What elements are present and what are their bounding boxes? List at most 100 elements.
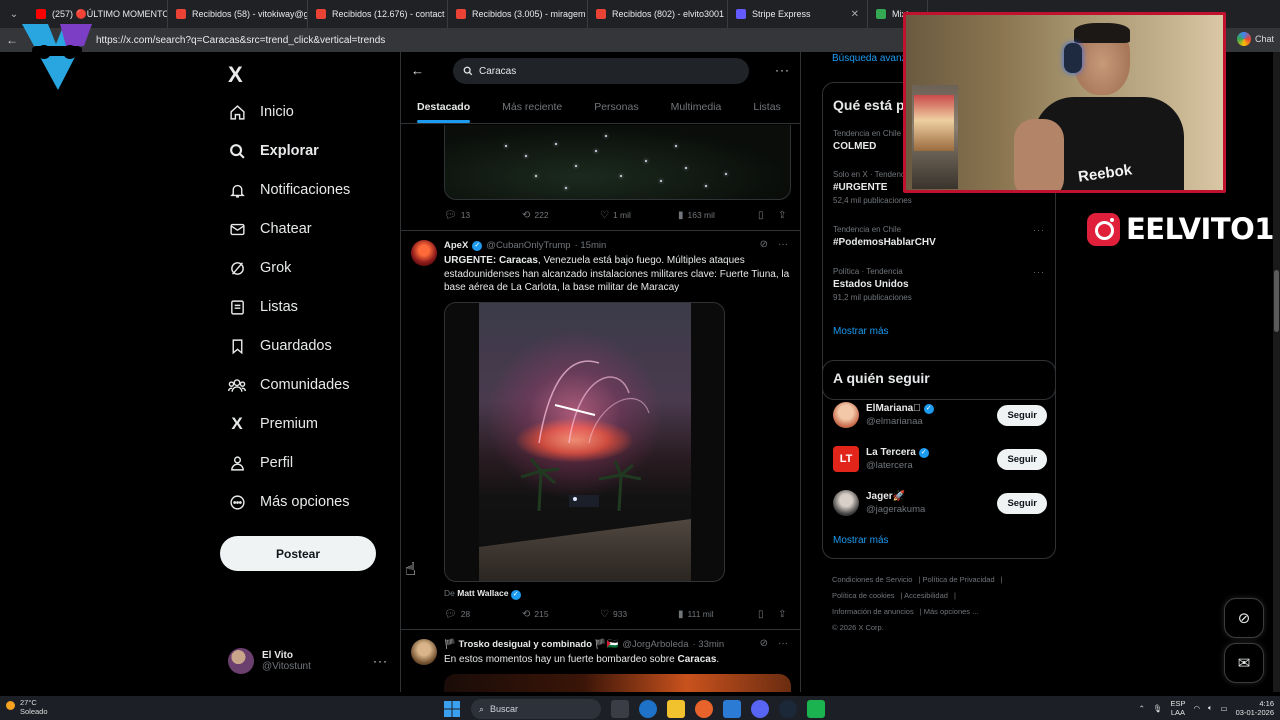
follow-show-more-link[interactable]: Mostrar más	[833, 535, 889, 546]
tab-featured[interactable]: Destacado	[401, 92, 486, 123]
weather-widget[interactable]: 27°C Soleado	[6, 698, 48, 716]
avatar[interactable]	[411, 240, 437, 266]
follow-button[interactable]: Seguir	[997, 492, 1047, 514]
bookmark-button[interactable]: ▯	[758, 210, 778, 221]
trend-item[interactable]: Política · Tendencia Estados Unidos 91,2…	[833, 267, 1047, 302]
footer-link[interactable]: Accesibilidad	[904, 591, 948, 600]
footer-link[interactable]: Política de cookies	[832, 591, 895, 600]
footer-link[interactable]: Más opciones ...	[924, 607, 979, 616]
nav-item-bookmarks[interactable]: Guardados	[228, 333, 332, 359]
follow-button[interactable]: Seguir	[997, 404, 1047, 426]
browser-tab[interactable]: Recibidos (802) - elvito3001✕	[588, 0, 728, 28]
more-dots-icon[interactable]: ···	[778, 638, 788, 649]
windows-start-icon[interactable]	[443, 700, 461, 718]
follow-suggestion[interactable]: Jager🚀 @jagerakuma Seguir	[833, 487, 1047, 519]
trend-more-icon[interactable]: ···	[1033, 225, 1045, 235]
clock[interactable]: 4:16 03-01-2026	[1236, 699, 1274, 717]
share-button[interactable]: ⇪	[778, 609, 786, 620]
repost-button[interactable]: ⟲ 215	[522, 609, 600, 620]
trends-show-more-link[interactable]: Mostrar más	[833, 326, 889, 337]
grok-fab-icon[interactable]: ⊘	[1224, 598, 1264, 638]
more-dots-icon[interactable]: ···	[373, 654, 388, 668]
messages-fab-icon[interactable]: ✉	[1224, 643, 1264, 683]
store-icon[interactable]	[723, 700, 741, 718]
account-switcher[interactable]: El Vito @Vitostunt ···	[228, 644, 388, 678]
footer-link[interactable]: Información de anuncios	[832, 607, 914, 616]
browser-tab[interactable]: Stripe Express ✕	[728, 0, 868, 28]
nav-item-grok[interactable]: Grok	[228, 255, 291, 281]
volume-icon[interactable]: 🔈︎	[1208, 703, 1213, 713]
page-scrollbar[interactable]	[1273, 52, 1280, 692]
taskbar-search[interactable]: ⌕ Buscar	[471, 699, 601, 719]
language-indicator[interactable]: ESP LAA	[1170, 699, 1185, 717]
footer-link[interactable]: Política de Privacidad	[923, 575, 995, 584]
nav-item-explore[interactable]: Explorar	[228, 138, 319, 164]
tweet-video[interactable]	[444, 302, 725, 582]
search-input[interactable]: Caracas	[453, 58, 749, 84]
grok-icon[interactable]: ⊘	[760, 638, 768, 649]
footer-link[interactable]: Condiciones de Servicio	[832, 575, 912, 584]
discord-icon[interactable]	[751, 700, 769, 718]
reply-button[interactable]: 💬︎ 28	[444, 609, 522, 620]
wifi-icon[interactable]: ◠	[1193, 704, 1200, 713]
tray-arrow-icon[interactable]: ⌃	[1139, 704, 1145, 713]
nav-item-home[interactable]: Inicio	[228, 99, 294, 125]
like-button[interactable]: ♡ 933	[600, 609, 678, 620]
like-button[interactable]: ♡ 1 mil	[600, 210, 678, 221]
trend-item[interactable]: Tendencia en Chile #PodemosHablarCHV ···	[833, 225, 1047, 251]
author-name[interactable]: ApeX	[444, 240, 468, 251]
post-button[interactable]: Postear	[220, 536, 376, 571]
tweet-media-image[interactable]	[444, 674, 791, 692]
follow-button[interactable]: Seguir	[997, 448, 1047, 470]
grok-icon[interactable]: ⊘	[760, 239, 768, 250]
nav-item-lists[interactable]: Listas	[228, 294, 298, 320]
steam-icon[interactable]	[779, 700, 797, 718]
nav-item-notifications[interactable]: Notificaciones	[228, 177, 350, 203]
tweet-time[interactable]: · 33min	[692, 639, 724, 650]
browser-tab[interactable]: Recibidos (12.676) - contact✕	[308, 0, 448, 28]
tweet-time[interactable]: · 15min	[575, 240, 607, 251]
text-bold[interactable]: Caracas	[677, 654, 716, 665]
mic-icon[interactable]: 🎙︎	[1153, 704, 1163, 713]
edge-icon[interactable]	[639, 700, 657, 718]
avatar[interactable]	[411, 639, 437, 665]
nav-item-chat[interactable]: Chatear	[228, 216, 312, 242]
chat-extension[interactable]: Chat	[1236, 32, 1274, 46]
tweet-media-image[interactable]	[444, 125, 791, 200]
nav-item-communities[interactable]: Comunidades	[228, 372, 349, 398]
tab-latest[interactable]: Más reciente	[486, 92, 578, 123]
app-icon[interactable]	[807, 700, 825, 718]
nav-item-more[interactable]: Más opciones	[228, 489, 349, 515]
url-field[interactable]: https://x.com/search?q=Caracas&src=trend…	[96, 35, 385, 46]
tab-people[interactable]: Personas	[578, 92, 654, 123]
more-dots-icon[interactable]: ···	[778, 239, 788, 250]
reply-button[interactable]: 💬︎ 13	[444, 210, 522, 221]
browser-tab[interactable]: Recibidos (58) - vitokiway@g✕	[168, 0, 308, 28]
follow-suggestion[interactable]: ElMariana🏻 ✓ @elmarianaa Seguir	[833, 399, 1047, 431]
scrollbar-thumb[interactable]	[1274, 270, 1279, 332]
repost-button[interactable]: ⟲ 222	[522, 210, 600, 221]
close-tab-icon[interactable]: ✕	[851, 9, 859, 20]
tab-media[interactable]: Multimedia	[655, 92, 738, 123]
views-button[interactable]: ▮ 111 mil	[678, 609, 758, 620]
nav-item-premium[interactable]: X Premium	[228, 411, 318, 437]
follow-suggestion[interactable]: LT La Tercera ✓ @latercera Seguir	[833, 443, 1047, 475]
nav-item-profile[interactable]: Perfil	[228, 450, 293, 476]
text-bold[interactable]: Caracas	[499, 255, 538, 266]
author-name[interactable]: 🏴 Trosko desigual y combinado 🏴🇵🇸	[444, 639, 618, 650]
browser-back-icon[interactable]: ←	[0, 33, 24, 47]
browser-tab[interactable]: Recibidos (3.005) - miragem✕	[448, 0, 588, 28]
back-arrow-icon[interactable]: ←	[411, 63, 424, 78]
task-view-icon[interactable]	[611, 700, 629, 718]
share-button[interactable]: ⇪	[778, 210, 786, 221]
search-more-dots-icon[interactable]: ···	[775, 63, 790, 77]
file-explorer-icon[interactable]	[667, 700, 685, 718]
x-logo-icon[interactable]: X	[228, 62, 243, 88]
author-handle[interactable]: @CubanOnlyTrump	[486, 240, 570, 251]
bookmark-button[interactable]: ▯	[758, 609, 778, 620]
battery-icon[interactable]: ▭	[1221, 704, 1228, 713]
views-button[interactable]: ▮ 163 mil	[678, 210, 758, 221]
attribution-name[interactable]: Matt Wallace	[457, 588, 508, 598]
firefox-icon[interactable]	[695, 700, 713, 718]
tab-lists[interactable]: Listas	[737, 92, 796, 123]
